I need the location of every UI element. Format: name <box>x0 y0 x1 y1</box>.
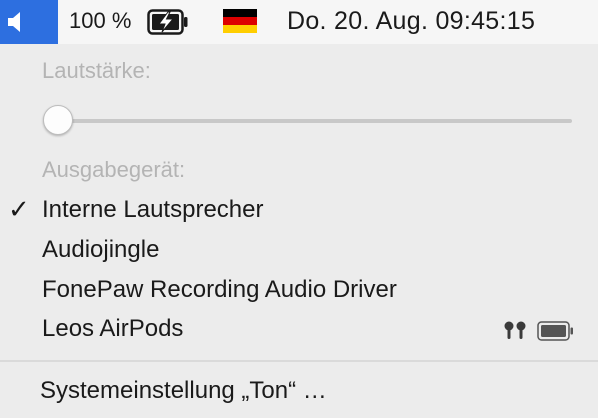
airpods-icon <box>504 321 526 339</box>
menu-item-leos-airpods[interactable]: Leos AirPods <box>0 311 598 349</box>
menu-item-label: Leos AirPods <box>42 315 184 342</box>
volume-section-label: Lautstärke: <box>42 58 151 83</box>
menu-item-interne-lautsprecher[interactable]: ✓ Interne Lautsprecher <box>0 192 598 230</box>
battery-charging-icon[interactable] <box>147 9 189 35</box>
menu-item-sound-settings[interactable]: Systemeinstellung „Ton“ … <box>0 373 598 411</box>
volume-dropdown-menu: Lautstärke: Ausgabegerät: ✓ Interne Laut… <box>0 44 598 418</box>
menu-separator <box>0 360 598 362</box>
menu-bar: 100 % Do. 20. Aug. 09:45:15 <box>0 0 598 44</box>
menu-item-label: FonePaw Recording Audio Driver <box>42 276 397 303</box>
menu-item-audiojingle[interactable]: Audiojingle <box>0 232 598 270</box>
checkmark-icon: ✓ <box>8 194 30 224</box>
volume-menu-button[interactable] <box>0 0 58 44</box>
screen: 100 % Do. 20. Aug. 09:45:15 Lautstärke: … <box>0 0 598 418</box>
volume-slider-track[interactable] <box>58 119 572 123</box>
battery-icon <box>537 321 573 341</box>
clock[interactable]: Do. 20. Aug. 09:45:15 <box>287 7 535 36</box>
menu-item-label: Audiojingle <box>42 236 160 263</box>
output-section-label: Ausgabegerät: <box>42 157 186 182</box>
menu-item-fonepaw-recording-audio-driver[interactable]: FonePaw Recording Audio Driver <box>0 272 598 310</box>
menu-item-label: Systemeinstellung „Ton“ … <box>40 377 327 404</box>
battery-percentage[interactable]: 100 % <box>69 8 131 34</box>
german-flag-icon[interactable] <box>223 9 257 33</box>
volume-slider-thumb[interactable] <box>43 105 73 135</box>
menu-item-label: Interne Lautsprecher <box>42 196 264 223</box>
speaker-icon <box>8 12 20 32</box>
